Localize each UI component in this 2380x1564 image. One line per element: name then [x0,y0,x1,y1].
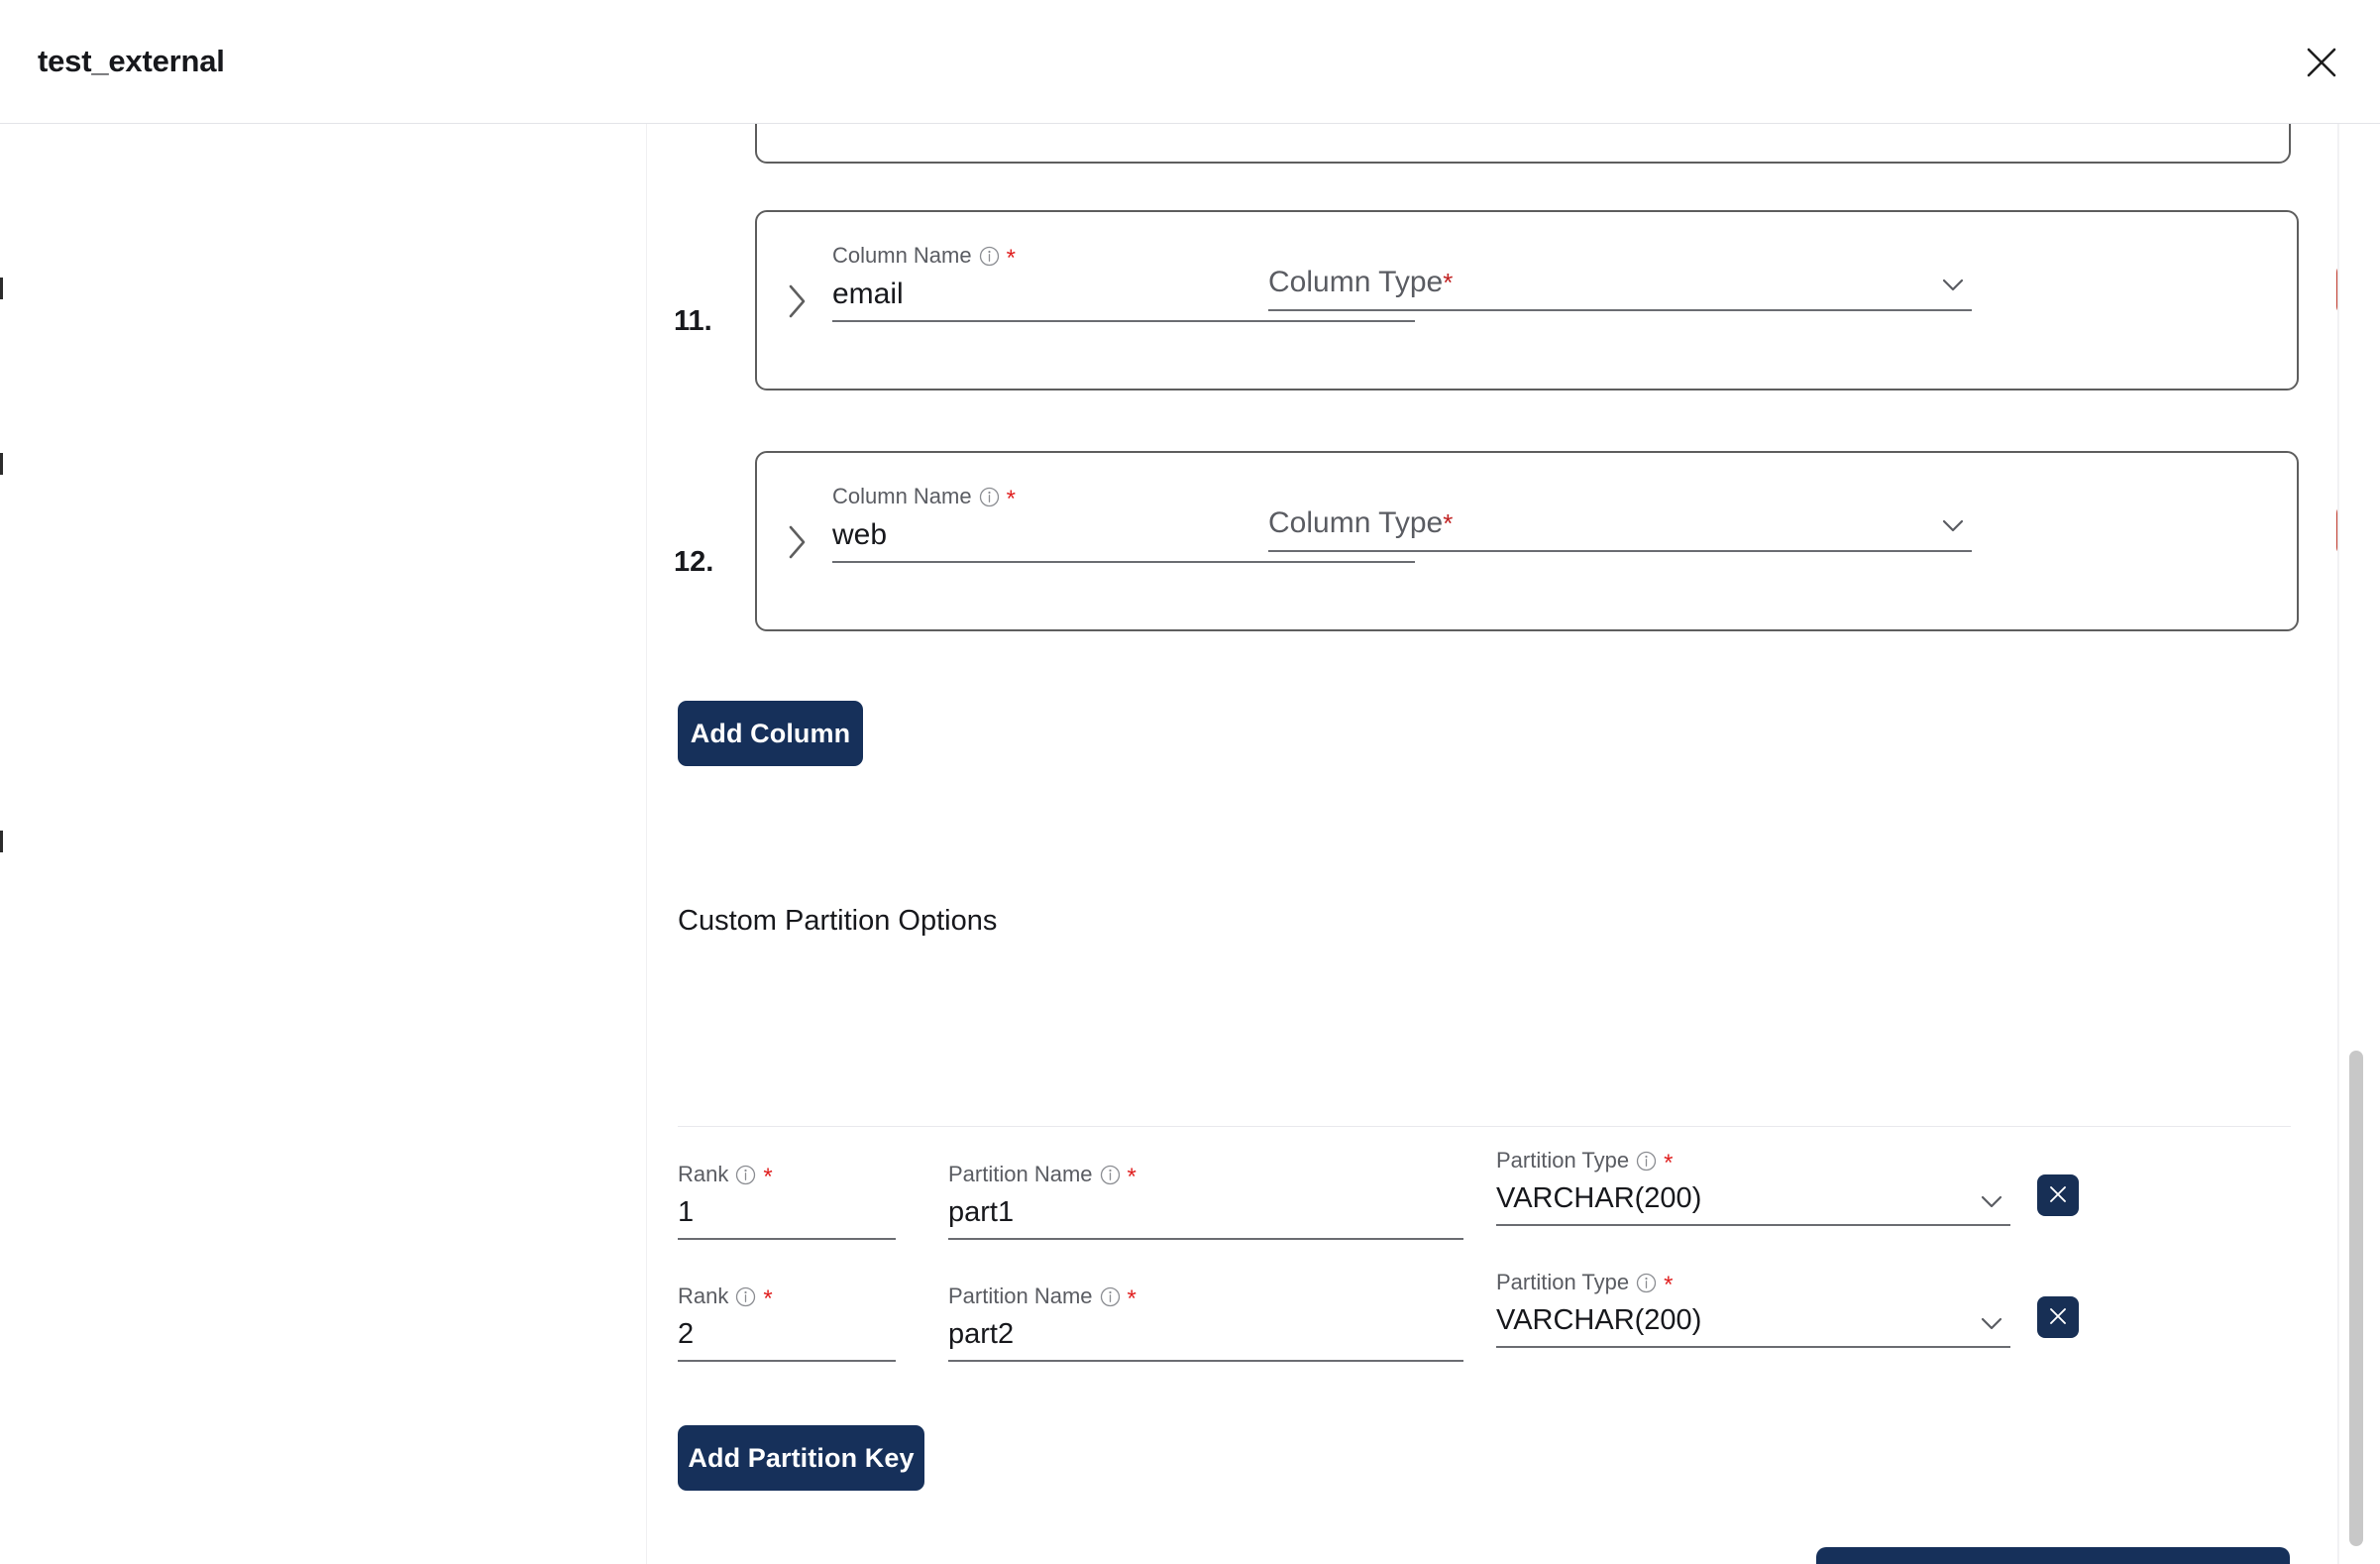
partition-type-select[interactable]: VARCHAR(200) [1496,1180,2010,1226]
partition-name-label-text: Partition Name [948,1284,1093,1308]
close-icon [2047,1305,2069,1330]
vertical-scrollbar[interactable] [2338,124,2380,1564]
column-type-select[interactable]: Column Type* [1268,504,1972,552]
partition-name-input[interactable] [948,1316,1463,1362]
rank-label-text: Rank [678,1162,729,1186]
rank-label-text: Rank [678,1284,729,1308]
column-type-placeholder: Column Type [1268,266,1444,298]
column-name-label-text: Column Name [832,484,972,508]
column-card-partial [755,124,2291,164]
section-divider [678,1126,2291,1127]
rank-input[interactable] [678,1316,896,1362]
required-asterisk: * [1006,245,1016,272]
partition-type-field: Partition Type * VARCHAR(200) [1496,1149,2010,1226]
info-icon[interactable] [735,1286,756,1307]
partition-name-label: Partition Name * [948,1284,1463,1312]
partition-type-label: Partition Type * [1496,1148,2010,1176]
rank-field: Rank * [678,1285,896,1362]
rail-tick [0,831,3,852]
partition-section-header: Custom Partition Options [678,907,2291,936]
required-asterisk: * [763,1164,773,1190]
required-asterisk: * [1664,1150,1674,1176]
partition-name-field: Partition Name * [948,1163,1463,1240]
partition-name-input[interactable] [948,1194,1463,1240]
required-asterisk: * [1127,1285,1136,1312]
partition-name-label: Partition Name * [948,1162,1463,1190]
column-type-placeholder: Column Type [1268,506,1444,539]
close-modal-button[interactable] [2299,40,2344,85]
partition-name-field: Partition Name * [948,1285,1463,1362]
required-asterisk: * [1664,1272,1674,1298]
partition-type-label: Partition Type * [1496,1270,2010,1298]
publish-dataset-button[interactable]: Publish Dataset [1816,1547,2290,1564]
rank-label: Rank * [678,1162,896,1190]
page-title: test_external [38,44,225,78]
required-asterisk: * [1443,268,1454,297]
partition-section-title: Custom Partition Options [678,905,998,937]
chevron-right-icon[interactable] [777,518,818,566]
modal-scroll-body: 11. Column Name * email Column Type* 12.… [0,124,2380,1564]
required-asterisk: * [1006,486,1016,512]
left-rail [0,124,647,1564]
close-icon [2305,46,2338,79]
required-asterisk: * [1127,1164,1136,1190]
info-icon[interactable] [1636,1151,1657,1172]
rank-input[interactable] [678,1194,896,1240]
info-icon[interactable] [1636,1273,1657,1293]
partition-name-label-text: Partition Name [948,1162,1093,1186]
info-icon[interactable] [979,487,1000,507]
info-icon[interactable] [735,1165,756,1185]
column-name-label-text: Column Name [832,243,972,268]
partition-type-select[interactable]: VARCHAR(200) [1496,1302,2010,1348]
info-icon[interactable] [1100,1165,1121,1185]
rank-field: Rank * [678,1163,896,1240]
add-partition-key-button[interactable]: Add Partition Key [678,1425,924,1491]
add-column-button[interactable]: Add Column [678,701,863,766]
rail-tick [0,278,3,299]
column-type-field: Column Type* [1268,264,1972,311]
partition-type-label-text: Partition Type [1496,1148,1630,1173]
required-asterisk: * [763,1285,773,1312]
external-dataset-modal: test_external 11. Column Name * email Co… [0,0,2380,1564]
partition-row: Rank * Partition Name [678,1149,2303,1240]
delete-partition-button[interactable] [2037,1174,2079,1216]
column-index-label: 12. [674,546,714,578]
chevron-right-icon[interactable] [777,278,818,325]
column-type-select[interactable]: Column Type* [1268,264,1972,311]
column-type-field: Column Type* [1268,504,1972,552]
rank-label: Rank * [678,1284,896,1312]
rail-tick [0,453,3,475]
scrollbar-thumb[interactable] [2349,1051,2363,1546]
column-card: Column Name * [755,451,2380,631]
partition-row: Rank * Partition Name [678,1271,2303,1362]
info-icon[interactable] [979,246,1000,267]
required-asterisk: * [1443,508,1454,538]
partition-type-label-text: Partition Type [1496,1270,1630,1294]
info-icon[interactable] [1100,1286,1121,1307]
delete-partition-button[interactable] [2037,1296,2079,1338]
column-card: Column Name * [755,210,2380,391]
column-row: 11. Column Name * email Column Type* [674,210,2380,391]
partition-type-field: Partition Type * VARCHAR(200) [1496,1271,2010,1348]
modal-header: test_external [0,0,2380,124]
column-index-label: 11. [674,305,712,337]
column-row: 12. Column Name * web Column Type* [674,451,2380,631]
close-icon [2047,1183,2069,1208]
